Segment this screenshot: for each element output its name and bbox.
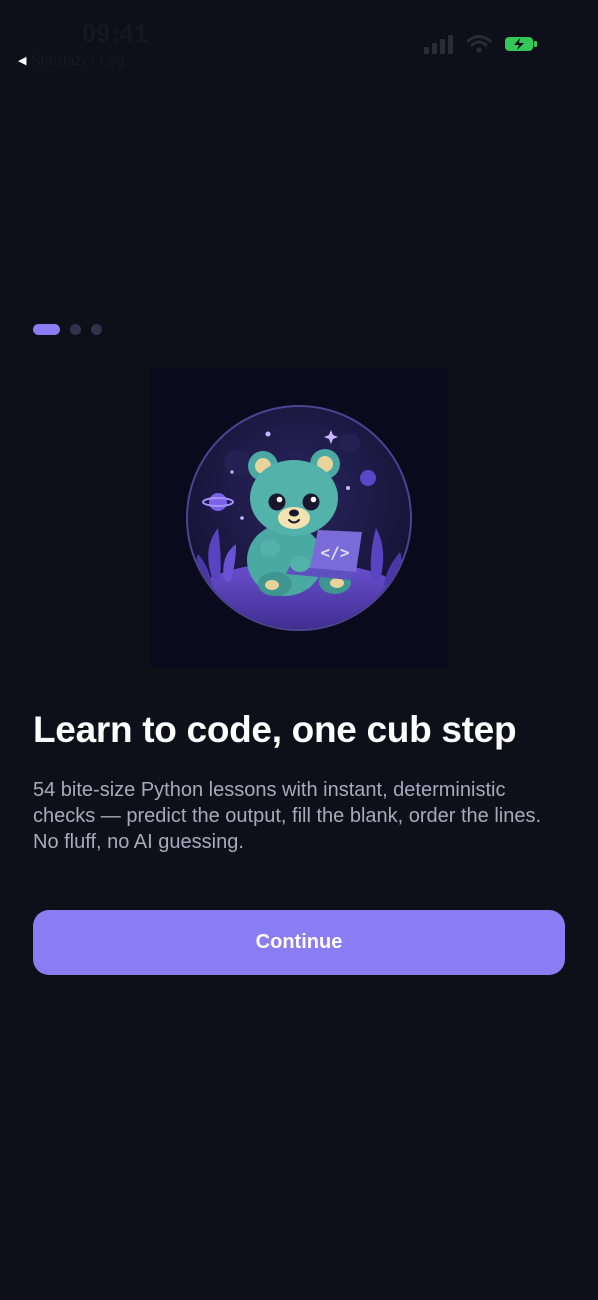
back-to-app-link[interactable]: ◀ Stargazer Log (18, 52, 125, 69)
hero-illustration: </> (150, 368, 448, 668)
page-dot-1-active (33, 324, 60, 335)
back-app-label: Stargazer Log (30, 52, 125, 69)
status-time: 09:41 (82, 20, 149, 48)
status-icons (424, 34, 538, 54)
battery-charging-icon (505, 37, 537, 51)
cellular-signal-icon (424, 35, 453, 54)
page-dot-3 (91, 324, 102, 335)
continue-button[interactable]: Continue (33, 910, 565, 975)
wifi-icon (466, 35, 492, 53)
status-bar: 09:41 ◀ Stargazer Log (0, 0, 598, 80)
onboarding-title: Learn to code, one cub step (33, 709, 517, 750)
hero-code-symbol: </> (321, 543, 350, 562)
page-indicator (33, 324, 102, 335)
back-arrow-icon: ◀ (18, 55, 27, 67)
bear-coding-illustration: </> (186, 405, 412, 631)
page-dot-2 (70, 324, 81, 335)
onboarding-description: 54 bite-size Python lessons with instant… (33, 779, 542, 853)
